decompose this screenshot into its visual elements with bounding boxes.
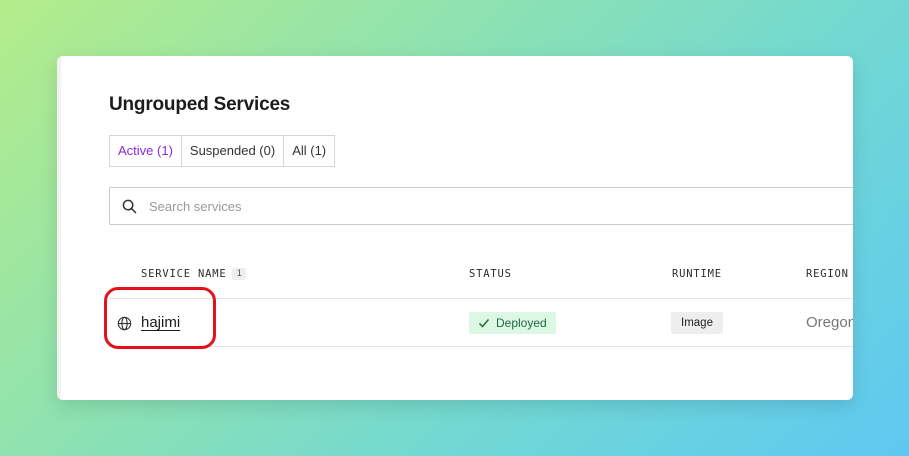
tab-active[interactable]: Active (1)	[110, 136, 181, 166]
column-label-service-name: SERVICE NAME	[141, 268, 227, 280]
row-divider	[109, 346, 853, 347]
table-row: hajimi Deployed Image Oregon	[109, 299, 853, 347]
column-header-runtime: RUNTIME	[672, 268, 722, 280]
runtime-badge: Image	[671, 312, 723, 334]
service-name-link[interactable]: hajimi	[141, 314, 180, 331]
tab-suspended[interactable]: Suspended (0)	[180, 136, 283, 166]
card-edge	[57, 56, 61, 400]
check-icon	[478, 319, 490, 328]
service-count-badge: 1	[232, 268, 246, 280]
services-card: Ungrouped Services Active (1) Suspended …	[57, 56, 853, 400]
column-header-service-name[interactable]: SERVICE NAME 1	[141, 268, 246, 280]
search-input[interactable]	[147, 197, 751, 215]
column-header-status: STATUS	[469, 268, 512, 280]
region-text: Oregon	[806, 314, 853, 331]
status-badge: Deployed	[469, 312, 556, 334]
search-box	[109, 187, 853, 225]
column-header-region: REGION	[806, 268, 849, 280]
globe-icon	[117, 316, 132, 331]
status-label: Deployed	[496, 316, 547, 330]
service-filter-tabs: Active (1) Suspended (0) All (1)	[109, 135, 336, 167]
section-title: Ungrouped Services	[109, 94, 291, 115]
tab-all[interactable]: All (1)	[283, 136, 334, 166]
search-icon	[121, 198, 137, 214]
